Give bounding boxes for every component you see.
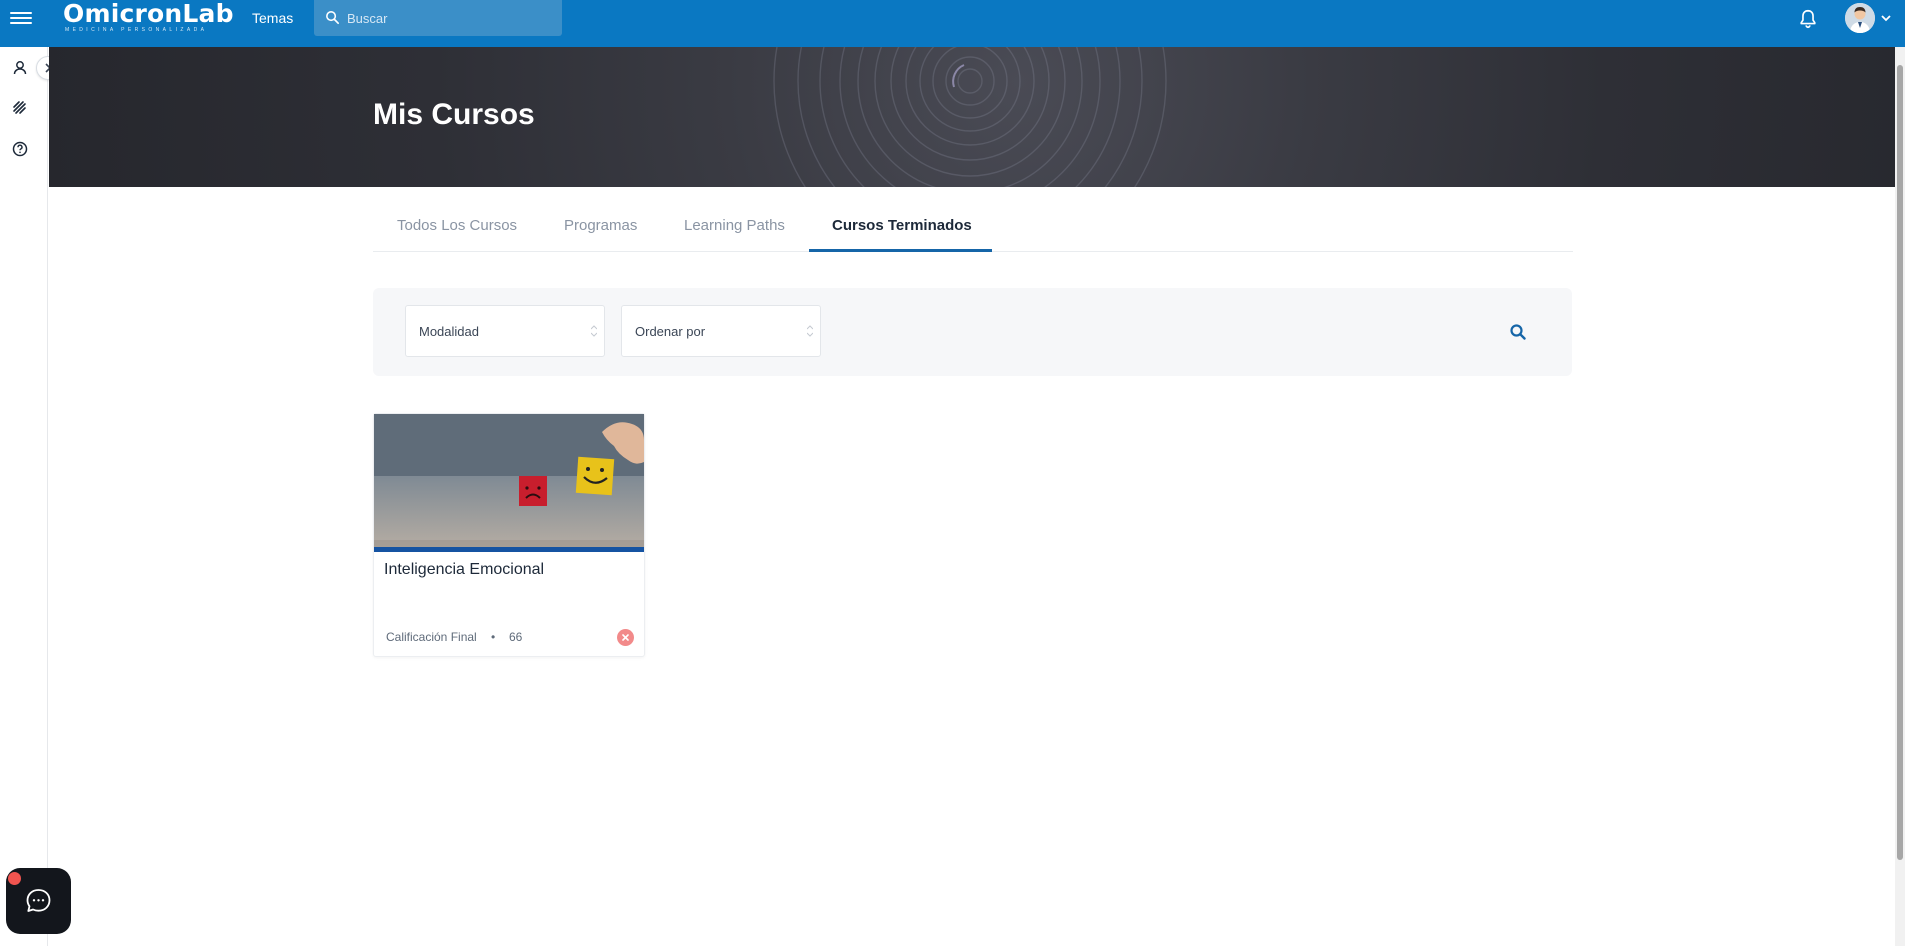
- modalidad-select-label: Modalidad: [419, 324, 479, 339]
- filter-bar: Modalidad Ordenar por: [373, 288, 1572, 376]
- user-icon[interactable]: [10, 58, 30, 78]
- select-arrows-icon: [591, 325, 597, 337]
- tab-learning-paths[interactable]: Learning Paths: [684, 217, 785, 234]
- search-box[interactable]: [314, 0, 562, 36]
- search-icon: [326, 11, 340, 25]
- modalidad-select[interactable]: Modalidad: [405, 305, 605, 357]
- grade-label: Calificación Final: [386, 630, 477, 644]
- course-title[interactable]: Inteligencia Emocional: [384, 561, 544, 579]
- notification-badge: [8, 872, 21, 885]
- tab-cursos-terminados[interactable]: Cursos Terminados: [832, 217, 972, 234]
- close-icon: [622, 634, 629, 641]
- ordenar-select[interactable]: Ordenar por: [621, 305, 821, 357]
- star-trails-background: [773, 47, 1167, 187]
- course-card[interactable]: Inteligencia Emocional Calificación Fina…: [373, 413, 645, 657]
- course-image-illustration: [374, 414, 644, 547]
- scrollbar-thumb[interactable]: [1897, 65, 1903, 860]
- page-title: Mis Cursos: [373, 98, 535, 131]
- tab-todos-los-cursos[interactable]: Todos Los Cursos: [397, 217, 517, 234]
- search-icon: [1510, 324, 1526, 340]
- course-tabs: Todos Los Cursos Programas Learning Path…: [373, 205, 1573, 252]
- hero-banner: Mis Cursos: [49, 47, 1895, 187]
- logo-text: OmicronLab: [63, 0, 234, 28]
- help-icon[interactable]: [10, 139, 30, 159]
- course-thumbnail: [374, 414, 644, 547]
- layers-icon[interactable]: [10, 98, 30, 118]
- left-sidebar: [0, 47, 48, 946]
- grade-value: 66: [509, 630, 523, 644]
- select-arrows-icon: [807, 325, 813, 337]
- tab-programas[interactable]: Programas: [564, 217, 637, 234]
- ordenar-select-label: Ordenar por: [635, 324, 706, 339]
- search-input[interactable]: [347, 8, 547, 28]
- top-navbar: OmicronLab MEDICINA PERSONALIZADA Temas: [0, 0, 1905, 47]
- grade-separator: •: [491, 630, 496, 644]
- nav-temas-link[interactable]: Temas: [252, 10, 293, 26]
- user-menu[interactable]: [1845, 3, 1895, 33]
- course-accent-bar: [374, 547, 644, 552]
- avatar-illustration: [1845, 3, 1875, 33]
- avatar[interactable]: [1845, 3, 1875, 33]
- active-tab-indicator: [809, 249, 992, 252]
- chevron-down-icon[interactable]: [1880, 12, 1892, 24]
- bell-icon[interactable]: [1797, 8, 1819, 30]
- filter-search-button[interactable]: [1501, 315, 1535, 349]
- logo[interactable]: OmicronLab MEDICINA PERSONALIZADA: [63, 0, 234, 33]
- status-badge: [617, 629, 634, 646]
- chat-widget-button[interactable]: [6, 868, 71, 934]
- hamburger-icon[interactable]: [10, 9, 32, 31]
- page-scrollbar[interactable]: [1895, 47, 1905, 946]
